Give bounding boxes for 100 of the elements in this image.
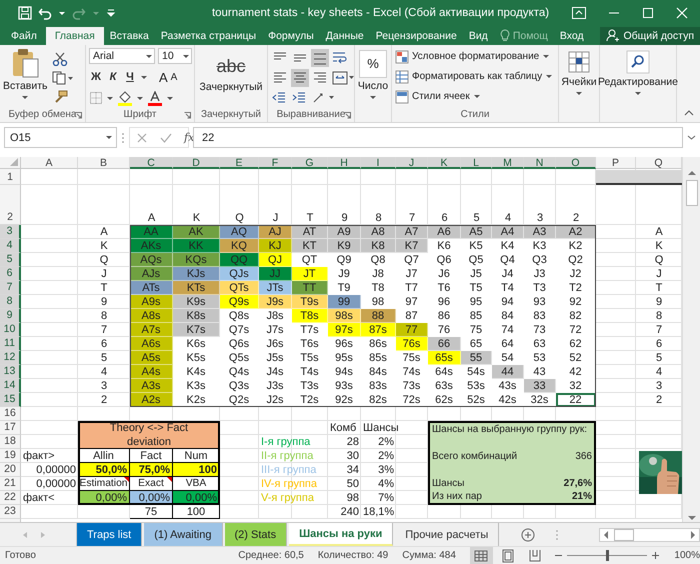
hand-cell[interactable]: QTs [220, 281, 259, 296]
hand-cell[interactable]: AA [130, 225, 173, 240]
collapsed-group-button[interactable]: % Число [358, 48, 388, 100]
hand-cell[interactable]: 87s [361, 323, 396, 338]
hand-cell[interactable]: T8 [361, 281, 396, 296]
hand-cell[interactable]: KTs [173, 281, 220, 296]
hand-cell[interactable]: KJ [259, 239, 292, 254]
ribbon-tab[interactable]: Рецензирование [370, 26, 463, 44]
hand-cell[interactable]: Q6 [428, 253, 461, 268]
row-header[interactable]: 22 [0, 491, 21, 506]
underline-button[interactable]: Ч [123, 71, 137, 83]
hand-cell[interactable]: T4s [292, 365, 328, 380]
horizontal-scrollbar[interactable] [599, 528, 700, 542]
hand-cell[interactable]: AKs [130, 239, 173, 254]
styles-menu-button[interactable]: Условное форматирование [395, 50, 554, 64]
caret-icon[interactable] [136, 94, 144, 102]
column-header[interactable]: Q [636, 157, 682, 170]
hand-cell[interactable]: 65 [461, 337, 492, 352]
hand-cell[interactable]: 88 [361, 309, 396, 324]
hand-cell[interactable]: 74 [492, 323, 524, 338]
hand-cell[interactable]: 53 [524, 351, 556, 366]
hand-cell[interactable]: K3 [524, 239, 556, 254]
hand-cell[interactable]: KJs [173, 267, 220, 282]
hand-cell[interactable]: Q8s [220, 309, 259, 324]
hand-cell[interactable]: 75 [461, 323, 492, 338]
font-name-field[interactable]: Arial [89, 48, 155, 64]
hand-cell[interactable]: T3 [524, 281, 556, 296]
hand-cell[interactable]: K4 [492, 239, 524, 254]
hand-cell[interactable]: T9s [292, 295, 328, 310]
hand-cell[interactable]: QT [292, 253, 328, 268]
zoom-in-icon[interactable] [651, 551, 660, 560]
scroll-left-icon[interactable] [602, 530, 610, 540]
dialog-launcher-icon[interactable] [75, 112, 82, 118]
merge-icon[interactable] [331, 70, 355, 86]
hand-cell[interactable]: A9s [130, 295, 173, 310]
column-header[interactable]: D [173, 157, 220, 170]
hand-cell[interactable]: J3 [524, 267, 556, 282]
hand-cell[interactable]: K8 [361, 239, 396, 254]
hand-cell[interactable]: 55 [461, 351, 492, 366]
hand-cell[interactable]: 32 [556, 379, 596, 394]
hand-cell[interactable]: 85s [361, 351, 396, 366]
hand-cell[interactable]: K2 [556, 239, 596, 254]
hand-cell[interactable]: A3s [130, 379, 173, 394]
hand-cell[interactable]: 62 [556, 337, 596, 352]
caret-icon[interactable] [634, 90, 642, 96]
column-header[interactable]: C [130, 157, 173, 170]
hand-cell[interactable]: KK [173, 239, 220, 254]
column-header[interactable]: N [524, 157, 556, 170]
hand-cell[interactable]: A9 [328, 225, 361, 240]
hand-cell[interactable]: JT [292, 267, 328, 282]
row-header[interactable]: 7 [0, 281, 21, 296]
grow-font-button[interactable]: A [159, 70, 168, 84]
column-header[interactable]: A [21, 157, 78, 170]
hand-cell[interactable]: A3 [524, 225, 556, 240]
hand-cell[interactable]: T4 [492, 281, 524, 296]
hand-cell[interactable]: Q7s [220, 323, 259, 338]
caret-icon[interactable] [575, 90, 583, 96]
caret-icon[interactable] [542, 53, 550, 60]
decrease-indent-icon[interactable] [271, 90, 287, 106]
hand-cell[interactable]: K4s [173, 365, 220, 380]
hand-cell[interactable]: QQ [220, 253, 259, 268]
column-header[interactable]: E [220, 157, 259, 170]
hand-cell[interactable]: T8s [292, 309, 328, 324]
column-header[interactable]: F [259, 157, 292, 170]
hand-cell[interactable]: 64 [492, 337, 524, 352]
paste-button[interactable]: Вставить [3, 48, 48, 100]
hand-cell[interactable]: KT [292, 239, 328, 254]
hand-cell[interactable]: A8 [361, 225, 396, 240]
hand-cell[interactable]: 64s [428, 365, 461, 380]
hand-cell[interactable]: K7s [173, 323, 220, 338]
column-header[interactable]: K [428, 157, 461, 170]
column-header[interactable]: I [361, 157, 396, 170]
hand-cell[interactable]: J6 [428, 267, 461, 282]
hand-cell[interactable]: 83s [361, 379, 396, 394]
hand-cell[interactable]: 93 [524, 295, 556, 310]
hand-cell[interactable]: 94 [492, 295, 524, 310]
hand-cell[interactable]: 65s [428, 351, 461, 366]
hand-cell[interactable]: Q4s [220, 365, 259, 380]
hand-cell[interactable]: J7s [259, 323, 292, 338]
hand-cell[interactable]: 63 [524, 337, 556, 352]
hand-cell[interactable]: T5 [461, 281, 492, 296]
ribbon-tab[interactable]: Файл [0, 26, 46, 44]
caret-icon[interactable] [545, 73, 554, 80]
hand-cell[interactable]: J8s [259, 309, 292, 324]
row-header[interactable]: 17 [0, 421, 21, 436]
caret-icon[interactable] [58, 10, 66, 17]
hand-cell[interactable]: Q2 [556, 253, 596, 268]
column-header[interactable]: G [292, 157, 328, 170]
scrollbar-thumb[interactable] [614, 528, 634, 541]
hand-cell[interactable]: 22 [556, 393, 596, 408]
hand-cell[interactable]: Q3s [220, 379, 259, 394]
hand-cell[interactable]: A5 [461, 225, 492, 240]
formula-field[interactable]: 22 [193, 127, 683, 148]
hand-cell[interactable]: A7 [396, 225, 428, 240]
hand-cell[interactable]: 33 [524, 379, 556, 394]
hand-cell[interactable]: T9 [328, 281, 361, 296]
hand-cell[interactable]: A6s [130, 337, 173, 352]
hand-cell[interactable]: 98s [328, 309, 361, 324]
sheet-tab[interactable]: Traps list [77, 523, 142, 546]
hand-cell[interactable]: A5s [130, 351, 173, 366]
